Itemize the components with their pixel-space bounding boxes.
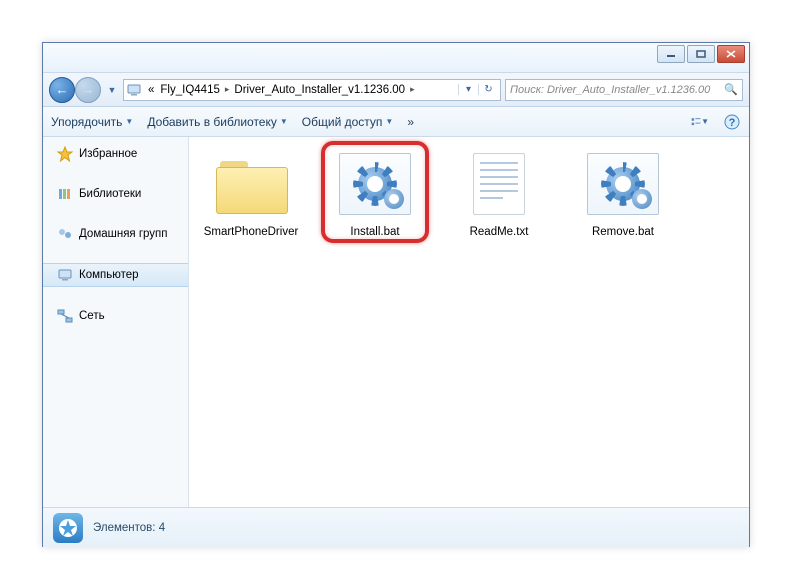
file-item-folder[interactable]: SmartPhoneDriver xyxy=(203,149,299,239)
status-count-label: Элементов: 4 xyxy=(93,522,165,534)
sidebar-favorites[interactable]: Избранное xyxy=(43,143,188,165)
status-bar: Элементов: 4 xyxy=(43,507,749,547)
homegroup-icon xyxy=(57,226,73,242)
back-button[interactable]: ← xyxy=(49,77,75,103)
network-icon xyxy=(57,308,73,324)
share-menu[interactable]: Общий доступ ▼ xyxy=(302,115,394,129)
file-label: Remove.bat xyxy=(575,225,671,239)
star-icon xyxy=(57,146,73,162)
chevron-down-icon: ▼ xyxy=(280,117,288,126)
address-dropdown[interactable]: ▾ xyxy=(458,84,478,95)
more-menu[interactable]: » xyxy=(407,115,414,129)
status-label: Элементов: xyxy=(93,522,155,534)
breadcrumb-driver[interactable]: Driver_Auto_Installer_v1.1236.00 xyxy=(231,84,408,96)
explorer-window: ← → ▼ « Fly_IQ4415 ▸ Driver_Auto_Install… xyxy=(42,42,750,547)
computer-label: Компьютер xyxy=(79,269,139,281)
bat-file-icon xyxy=(587,153,659,215)
sidebar-computer[interactable]: Компьютер xyxy=(43,263,188,287)
minimize-button[interactable] xyxy=(657,45,685,63)
add-to-library-menu[interactable]: Добавить в библиотеку ▼ xyxy=(147,115,287,129)
chevron-right-icon: ▸ xyxy=(408,84,417,95)
file-label: SmartPhoneDriver xyxy=(203,225,299,239)
file-item-readme[interactable]: ReadMe.txt xyxy=(451,149,547,239)
view-options[interactable]: ▼ xyxy=(691,113,709,131)
computer-icon xyxy=(57,267,73,283)
file-pane[interactable]: SmartPhoneDriver Install.bat ReadMe.txt … xyxy=(189,137,749,507)
file-item-install-bat[interactable]: Install.bat xyxy=(327,149,423,239)
close-button[interactable] xyxy=(717,45,745,63)
help-button[interactable]: ? xyxy=(723,113,741,131)
sidebar-libraries[interactable]: Библиотеки xyxy=(43,183,188,205)
titlebar xyxy=(43,43,749,73)
sidebar-homegroup[interactable]: Домашняя групп xyxy=(43,223,188,245)
status-count: 4 xyxy=(159,522,165,534)
address-bar[interactable]: « Fly_IQ4415 ▸ Driver_Auto_Installer_v1.… xyxy=(123,79,501,101)
libraries-label: Библиотеки xyxy=(79,188,141,200)
favorites-label: Избранное xyxy=(79,148,137,160)
refresh-button[interactable]: ↻ xyxy=(478,84,498,95)
organize-label: Упорядочить xyxy=(51,115,122,129)
appstore-icon xyxy=(53,513,83,543)
chevron-down-icon: ▼ xyxy=(125,117,133,126)
libraries-icon xyxy=(57,186,73,202)
svg-text:?: ? xyxy=(729,117,736,129)
breadcrumb-fly[interactable]: Fly_IQ4415 xyxy=(157,84,222,96)
body: Избранное Библиотеки Домашняя групп xyxy=(43,137,749,507)
computer-icon xyxy=(126,82,142,98)
organize-menu[interactable]: Упорядочить ▼ xyxy=(51,115,133,129)
search-input[interactable]: Поиск: Driver_Auto_Installer_v1.1236.00 … xyxy=(505,79,743,101)
forward-button[interactable]: → xyxy=(75,77,101,103)
share-label: Общий доступ xyxy=(302,115,383,129)
text-file-icon xyxy=(473,153,525,215)
add-library-label: Добавить в библиотеку xyxy=(147,115,277,129)
toolbar: Упорядочить ▼ Добавить в библиотеку ▼ Об… xyxy=(43,107,749,137)
sidebar: Избранное Библиотеки Домашняя групп xyxy=(43,137,189,507)
sidebar-network[interactable]: Сеть xyxy=(43,305,188,327)
bat-file-icon xyxy=(339,153,411,215)
network-label: Сеть xyxy=(79,310,105,322)
file-item-remove-bat[interactable]: Remove.bat xyxy=(575,149,671,239)
maximize-button[interactable] xyxy=(687,45,715,63)
chevron-down-icon: ▼ xyxy=(385,117,393,126)
search-placeholder: Поиск: Driver_Auto_Installer_v1.1236.00 xyxy=(510,84,710,96)
chevron-right-icon: ▸ xyxy=(223,84,232,95)
history-dropdown[interactable]: ▼ xyxy=(105,85,119,95)
navigation-bar: ← → ▼ « Fly_IQ4415 ▸ Driver_Auto_Install… xyxy=(43,73,749,107)
chevron-down-icon: ▼ xyxy=(701,117,709,126)
nav-arrows: ← → xyxy=(49,77,101,103)
folder-icon xyxy=(216,157,286,212)
file-label: ReadMe.txt xyxy=(451,225,547,239)
breadcrumb-prev[interactable]: « xyxy=(145,84,157,96)
homegroup-label: Домашняя групп xyxy=(79,228,168,240)
gear-icon xyxy=(632,189,652,209)
search-icon: 🔍 xyxy=(724,83,738,96)
gear-icon xyxy=(384,189,404,209)
window-controls xyxy=(657,45,745,63)
